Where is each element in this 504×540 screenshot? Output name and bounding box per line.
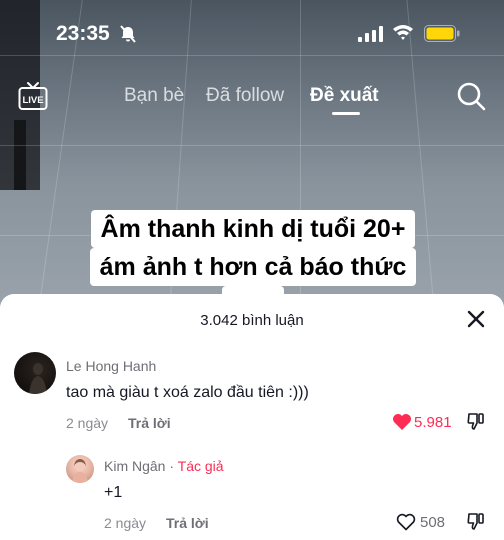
reply-age: 2 ngày [104, 515, 147, 531]
active-tab-indicator [332, 112, 360, 115]
live-tv-icon[interactable]: LIVE [18, 81, 48, 111]
tab-friends[interactable]: Bạn bè [124, 85, 184, 107]
dislike-icon[interactable] [466, 411, 486, 431]
avatar[interactable] [66, 455, 94, 483]
caption-line: ám ảnh t hơn cả báo thức [89, 248, 417, 286]
heart-filled-icon[interactable] [392, 413, 412, 431]
like-count: 5.981 [414, 414, 452, 431]
top-navigation: LIVE Bạn bè Đã follow Đề xuất [0, 78, 504, 118]
comments-sheet: 3.042 bình luận Le Hong Hanh tao mà giàu… [0, 294, 504, 540]
reply-text: +1 [104, 484, 123, 501]
avatar-face-icon [72, 459, 88, 483]
reply-button[interactable]: Trả lời [166, 515, 209, 531]
status-bar: 23:35 [0, 0, 504, 62]
like-count: 508 [420, 514, 446, 531]
username-separator: · [169, 458, 175, 474]
caption-line: Âm thanh kinh dị tuổi 20+ [90, 210, 416, 248]
avatar[interactable] [14, 352, 56, 394]
search-icon[interactable] [456, 81, 486, 111]
comment-username[interactable]: Le Hong Hanh [66, 358, 156, 374]
comments-count-title: 3.042 bình luận [200, 312, 304, 329]
comment-age: 2 ngày [66, 415, 109, 431]
battery-icon [424, 25, 460, 42]
close-icon[interactable] [466, 309, 486, 329]
heart-outline-icon[interactable] [396, 513, 416, 531]
status-time: 23:35 [56, 22, 110, 45]
reply-username-line: Kim Ngân · Tác giả [104, 458, 224, 474]
dislike-icon[interactable] [466, 511, 486, 531]
wifi-icon [393, 25, 413, 40]
cellular-signal-icon [358, 26, 383, 42]
video-ceiling-line [0, 145, 504, 146]
live-label: LIVE [22, 95, 43, 106]
reply-username[interactable]: Kim Ngân [104, 458, 165, 474]
reply-button[interactable]: Trả lời [128, 415, 171, 431]
tab-following[interactable]: Đã follow [206, 85, 284, 107]
avatar-silhouette-icon [29, 363, 47, 394]
bell-muted-icon [120, 25, 136, 43]
video-scene-bar [14, 120, 26, 190]
author-badge: Tác giả [177, 458, 224, 474]
comment-text: tao mà giàu t xoá zalo đầu tiên :))) [66, 384, 309, 401]
tab-for-you[interactable]: Đề xuất [310, 85, 379, 107]
